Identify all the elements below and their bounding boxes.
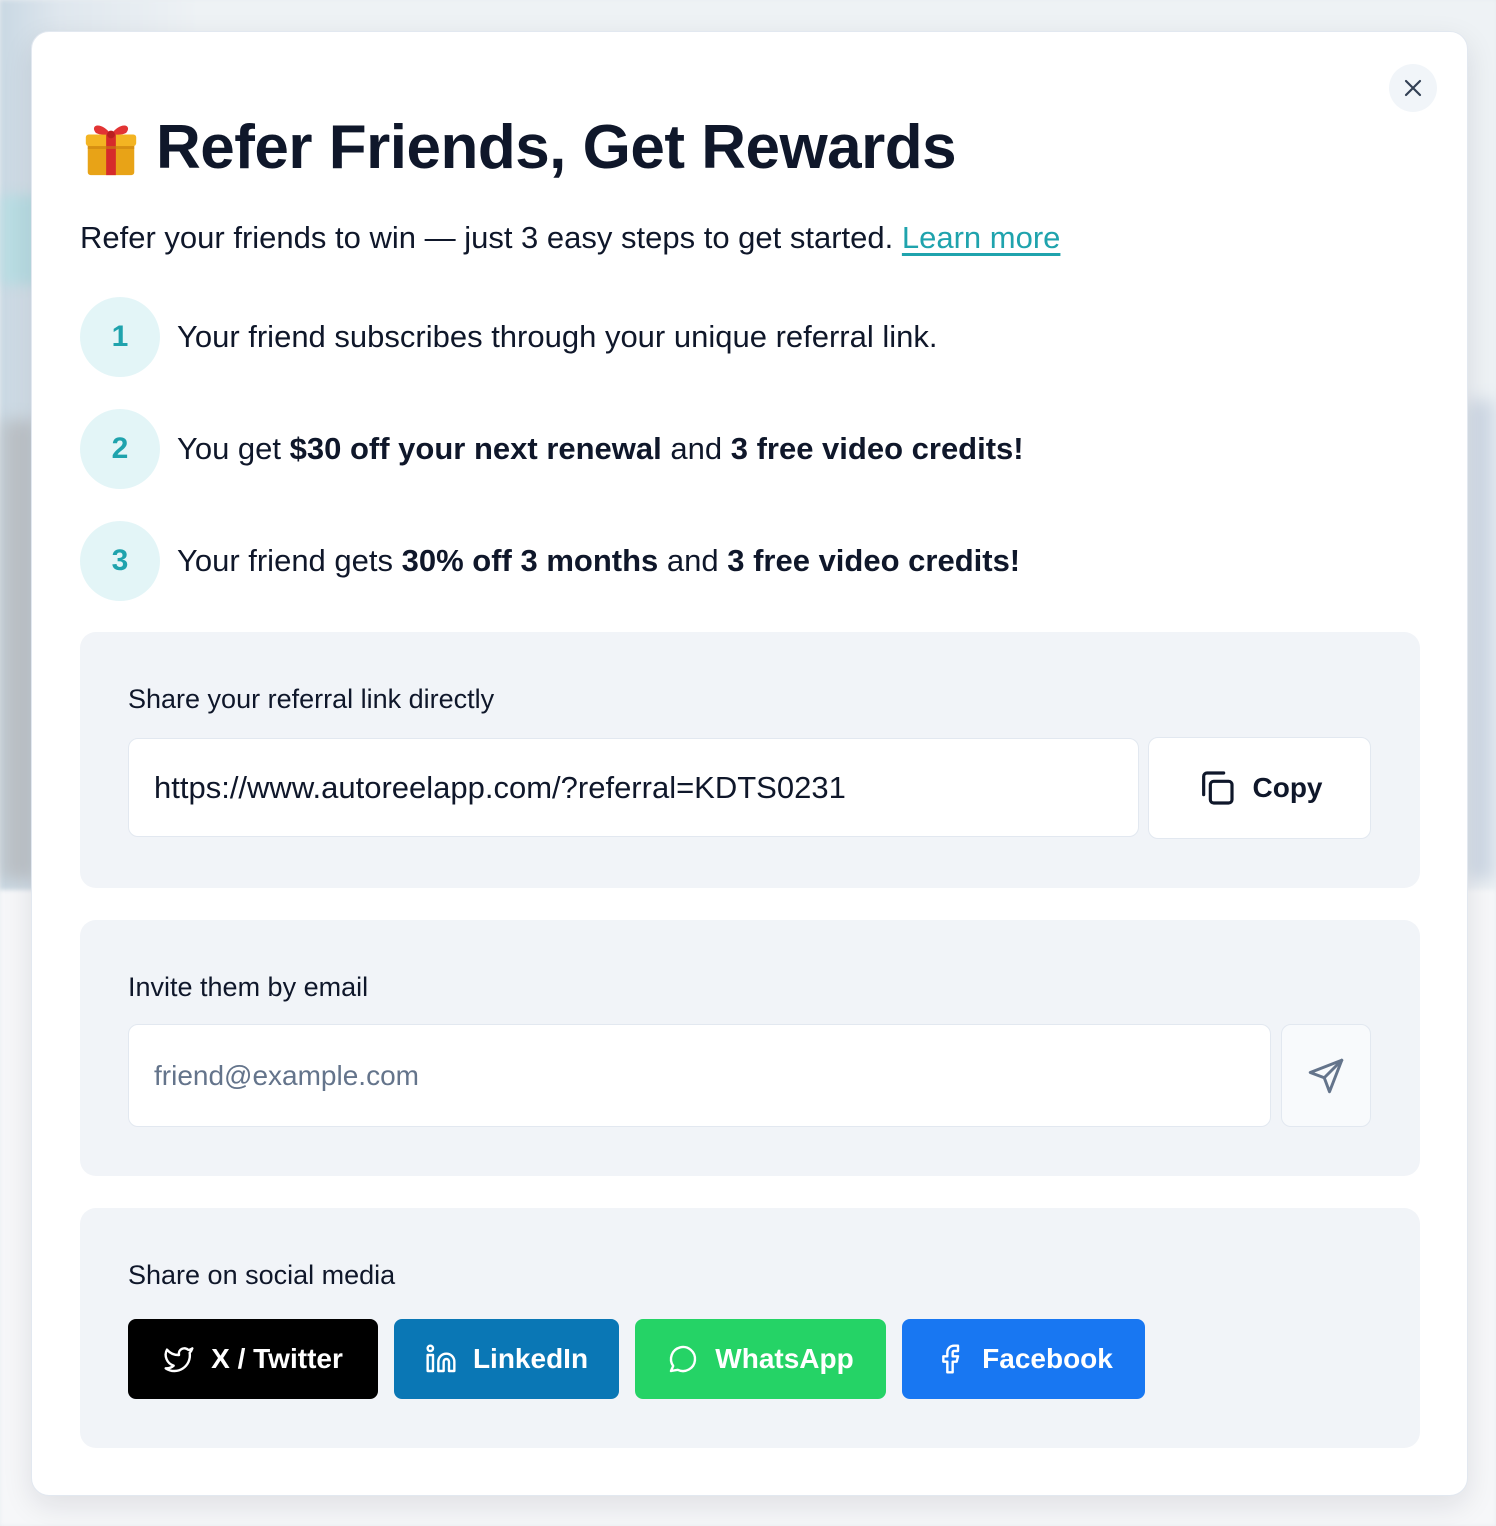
step-text: Your friend gets 30% off 3 months and 3 … — [177, 543, 1020, 579]
step-number: 1 — [80, 297, 160, 377]
whatsapp-share-button[interactable]: WhatsApp — [635, 1319, 886, 1399]
social-buttons: X / Twitter LinkedIn WhatsApp Facebook — [128, 1319, 1145, 1399]
step-text-bold: 30% off 3 months — [401, 543, 659, 578]
step-text-part: You get — [177, 431, 290, 466]
share-link-panel: Share your referral link directly https:… — [80, 632, 1420, 888]
step-2: 2 You get $30 off your next renewal and … — [80, 409, 1024, 489]
referral-dialog: Refer Friends, Get Rewards Refer your fr… — [31, 31, 1468, 1496]
copy-button[interactable]: Copy — [1148, 737, 1371, 839]
referral-link-field[interactable]: https://www.autoreelapp.com/?referral=KD… — [128, 738, 1139, 837]
learn-more-link[interactable]: Learn more — [902, 220, 1061, 255]
email-input[interactable] — [128, 1024, 1271, 1127]
gift-emoji-icon — [85, 124, 137, 175]
share-link-label: Share your referral link directly — [128, 684, 495, 714]
step-number: 2 — [80, 409, 160, 489]
linkedin-label: LinkedIn — [472, 1343, 589, 1374]
twitter-share-button[interactable]: X / Twitter — [128, 1319, 378, 1399]
close-button[interactable] — [1389, 64, 1437, 112]
facebook-icon — [942, 1344, 960, 1374]
step-text-part: and — [661, 431, 731, 466]
social-share-panel: Share on social media X / Twitter Linked… — [80, 1208, 1420, 1448]
linkedin-icon — [426, 1344, 456, 1373]
close-icon — [1404, 79, 1422, 97]
dialog-title-text: Refer Friends, Get Rewards — [156, 113, 957, 182]
intro-text: Refer your friends to win — just 3 easy … — [80, 220, 1060, 256]
step-text-bold: 3 free video credits! — [730, 431, 1024, 466]
step-text-part: Your friend subscribes through your uniq… — [177, 319, 938, 354]
twitter-label: X / Twitter — [211, 1343, 343, 1374]
step-text-part: and — [658, 543, 728, 578]
step-text-part: Your friend gets — [177, 543, 402, 578]
social-share-label: Share on social media — [128, 1260, 396, 1290]
step-number: 3 — [80, 521, 160, 601]
step-1: 1 Your friend subscribes through your un… — [80, 297, 938, 377]
send-invite-button[interactable] — [1281, 1024, 1371, 1127]
dialog-title: Refer Friends, Get Rewards — [80, 112, 957, 183]
copy-icon — [1201, 771, 1234, 805]
linkedin-share-button[interactable]: LinkedIn — [394, 1319, 619, 1399]
email-invite-label: Invite them by email — [128, 972, 369, 1002]
step-text: You get $30 off your next renewal and 3 … — [177, 431, 1024, 467]
whatsapp-label: WhatsApp — [715, 1343, 854, 1374]
facebook-label: Facebook — [982, 1343, 1113, 1374]
intro-sentence: Refer your friends to win — just 3 easy … — [80, 220, 894, 255]
twitter-icon — [164, 1347, 194, 1373]
step-text-bold: 3 free video credits! — [727, 543, 1021, 578]
step-text-bold: $30 off your next renewal — [289, 431, 662, 466]
step-3: 3 Your friend gets 30% off 3 months and … — [80, 521, 1020, 601]
whatsapp-icon — [670, 1345, 697, 1373]
step-text: Your friend subscribes through your uniq… — [177, 319, 938, 355]
email-invite-panel: Invite them by email — [80, 920, 1420, 1176]
facebook-share-button[interactable]: Facebook — [902, 1319, 1145, 1399]
copy-label: Copy — [1252, 772, 1323, 803]
send-icon — [1308, 1058, 1344, 1093]
